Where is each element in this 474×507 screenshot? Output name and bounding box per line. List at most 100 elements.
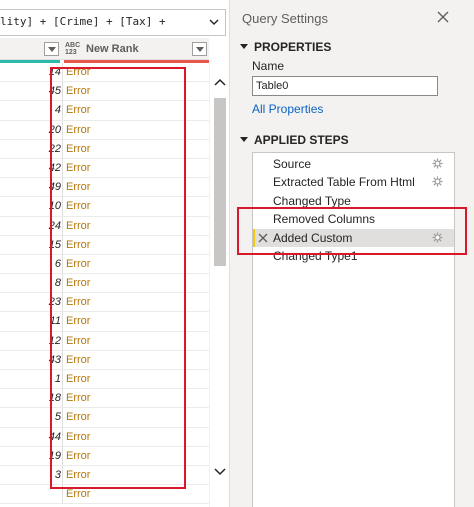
formula-text: lity] + [Crime] + [Tax] +: [0, 15, 166, 28]
rank-cell[interactable]: 4: [55, 104, 61, 116]
error-cell[interactable]: Error: [66, 354, 90, 366]
rank-cell[interactable]: 23: [49, 296, 61, 308]
table-row[interactable]: 3 Error: [0, 465, 209, 486]
applied-step[interactable]: Extracted Table From Html: [253, 173, 454, 191]
any-type-icon[interactable]: ABC 123: [65, 42, 83, 56]
rank-cell[interactable]: 24: [49, 220, 61, 232]
delete-step-icon[interactable]: [258, 233, 268, 243]
error-cell[interactable]: Error: [66, 239, 90, 251]
column-header-new-rank[interactable]: ABC 123 New Rank: [0, 38, 209, 60]
error-cell[interactable]: Error: [66, 162, 90, 174]
table-row[interactable]: 23 Error: [0, 293, 209, 313]
table-row[interactable]: 4 Error: [0, 101, 209, 121]
previous-column-filter-button[interactable]: [44, 42, 59, 56]
error-cell[interactable]: Error: [66, 181, 90, 193]
table-row[interactable]: 12 Error: [0, 331, 209, 351]
error-cell[interactable]: Error: [66, 143, 90, 155]
table-row[interactable]: 8 Error: [0, 274, 209, 294]
table-row[interactable]: 44 Error: [0, 427, 209, 447]
error-cell[interactable]: Error: [66, 296, 90, 308]
rank-cell[interactable]: 8: [55, 277, 61, 289]
applied-step[interactable]: Changed Type: [253, 192, 454, 210]
error-cell[interactable]: Error: [66, 431, 90, 443]
error-cell[interactable]: Error: [66, 124, 90, 136]
scroll-thumb[interactable]: [214, 98, 226, 266]
rank-cell[interactable]: 11: [50, 315, 61, 327]
rank-cell[interactable]: 1: [55, 373, 61, 385]
error-cell[interactable]: Error: [66, 258, 90, 270]
error-cell[interactable]: Error: [66, 450, 90, 462]
table-row[interactable]: 14 Error: [0, 63, 209, 83]
error-cell[interactable]: Error: [66, 392, 90, 404]
chevron-down-icon[interactable]: [208, 16, 220, 28]
table-row[interactable]: 43 Error: [0, 350, 209, 370]
table-row[interactable]: 42 Error: [0, 158, 209, 179]
formula-bar[interactable]: lity] + [Crime] + [Tax] +: [0, 9, 226, 36]
error-cell[interactable]: Error: [66, 373, 90, 385]
error-cell[interactable]: Error: [66, 277, 90, 289]
rank-cell[interactable]: 42: [49, 162, 61, 174]
scroll-up-icon[interactable]: [214, 77, 226, 87]
column-title: New Rank: [86, 43, 139, 55]
gear-icon[interactable]: [432, 176, 443, 187]
properties-section-toggle[interactable]: PROPERTIES: [240, 40, 331, 54]
table-row[interactable]: 24 Error: [0, 216, 209, 236]
rank-cell[interactable]: 10: [49, 200, 61, 212]
error-cell[interactable]: Error: [66, 488, 90, 500]
table-row[interactable]: 11 Error: [0, 312, 209, 332]
error-cell[interactable]: Error: [66, 200, 90, 212]
rank-cell[interactable]: 19: [49, 450, 61, 462]
error-cell[interactable]: Error: [66, 335, 90, 347]
gear-icon[interactable]: [432, 232, 443, 243]
rank-cell[interactable]: 5: [55, 411, 61, 423]
error-cell[interactable]: Error: [66, 469, 90, 481]
table-row[interactable]: 49 Error: [0, 178, 209, 198]
rank-cell[interactable]: 15: [49, 239, 61, 251]
close-icon[interactable]: [436, 10, 450, 24]
table-row[interactable]: 1 Error: [0, 370, 209, 390]
rank-cell[interactable]: 45: [49, 85, 61, 97]
table-row[interactable]: 15 Error: [0, 235, 209, 255]
cell-divider: [62, 101, 63, 120]
table-row[interactable]: 20 Error: [0, 120, 209, 140]
applied-steps-section-toggle[interactable]: APPLIED STEPS: [240, 133, 349, 147]
rank-cell[interactable]: 14: [49, 66, 61, 78]
error-cell[interactable]: Error: [66, 315, 90, 327]
rank-cell[interactable]: 12: [49, 335, 61, 347]
error-cell[interactable]: Error: [66, 66, 90, 78]
applied-step[interactable]: Removed Columns: [253, 210, 454, 228]
rank-cell[interactable]: 20: [49, 124, 61, 136]
rank-cell[interactable]: 43: [49, 354, 61, 366]
cell-divider: [62, 139, 63, 158]
rank-cell[interactable]: 22: [49, 143, 61, 155]
applied-step[interactable]: Source: [253, 155, 454, 173]
error-cell[interactable]: Error: [66, 411, 90, 423]
vertical-scrollbar[interactable]: [209, 63, 229, 507]
rank-cell[interactable]: 49: [49, 181, 61, 193]
column-filter-button[interactable]: [192, 42, 207, 56]
error-cell[interactable]: Error: [66, 85, 90, 97]
rank-cell[interactable]: 3: [55, 469, 61, 481]
rank-cell[interactable]: 44: [49, 431, 61, 443]
table-row[interactable]: 5 Error: [0, 408, 209, 428]
table-row[interactable]: 18 Error: [0, 389, 209, 409]
table-row[interactable]: 6 Error: [0, 254, 209, 275]
rank-cell[interactable]: 6: [55, 258, 61, 270]
query-name-input[interactable]: [252, 76, 438, 96]
applied-step[interactable]: Added Custom: [253, 228, 454, 247]
cell-divider: [62, 408, 63, 427]
table-row[interactable]: 10 Error: [0, 197, 209, 217]
error-cell[interactable]: Error: [66, 220, 90, 232]
all-properties-link[interactable]: All Properties: [252, 102, 323, 116]
cell-divider: [62, 254, 63, 274]
table-row[interactable]: 19 Error: [0, 446, 209, 466]
collapse-triangle-icon: [240, 44, 248, 49]
table-row[interactable]: 22 Error: [0, 139, 209, 159]
table-row[interactable]: 45 Error: [0, 82, 209, 102]
rank-cell[interactable]: 18: [49, 392, 61, 404]
scroll-down-icon[interactable]: [214, 467, 226, 477]
applied-step[interactable]: Changed Type1: [253, 247, 454, 265]
table-row[interactable]: Error: [0, 485, 209, 505]
gear-icon[interactable]: [432, 158, 443, 169]
error-cell[interactable]: Error: [66, 104, 90, 116]
